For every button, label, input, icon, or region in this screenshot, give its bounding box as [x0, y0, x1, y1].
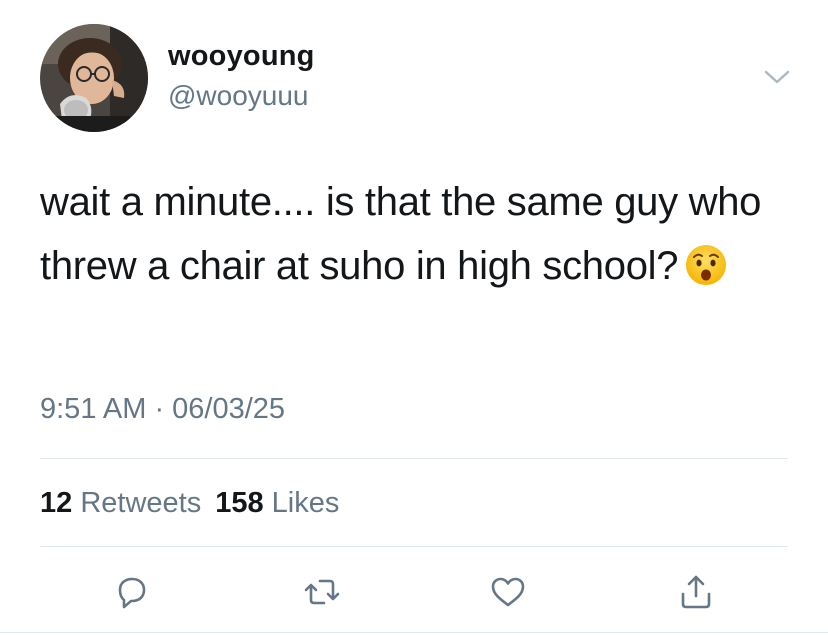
- retweet-icon[interactable]: [302, 572, 342, 612]
- author-handle[interactable]: @wooyuuu: [168, 80, 309, 112]
- tweet-stats: 12 Retweets 158 Likes: [40, 487, 339, 520]
- divider: [40, 546, 788, 547]
- tweet-text: wait a minute.... is that the same guy w…: [40, 170, 780, 306]
- avatar-photo: [40, 24, 148, 132]
- share-icon[interactable]: [676, 572, 716, 612]
- retweets-count: 12: [40, 487, 73, 519]
- comment-icon[interactable]: [112, 572, 152, 612]
- hushed-face-icon: [684, 242, 728, 306]
- divider: [40, 458, 788, 459]
- bottom-divider: [0, 632, 828, 633]
- tweet-body-text: wait a minute.... is that the same guy w…: [40, 180, 762, 288]
- chevron-down-icon[interactable]: [760, 64, 794, 90]
- tweet-timestamp[interactable]: 9:51 AM · 06/03/25: [40, 393, 285, 426]
- likes-stat[interactable]: 158 Likes: [215, 487, 339, 519]
- likes-label: Likes: [271, 487, 340, 519]
- author-display-name[interactable]: wooyoung: [168, 40, 315, 73]
- likes-count: 158: [215, 487, 264, 519]
- action-bar: [0, 572, 828, 612]
- avatar[interactable]: [40, 24, 148, 132]
- retweets-label: Retweets: [80, 487, 202, 519]
- retweets-stat[interactable]: 12 Retweets: [40, 487, 201, 519]
- heart-icon[interactable]: [488, 572, 528, 612]
